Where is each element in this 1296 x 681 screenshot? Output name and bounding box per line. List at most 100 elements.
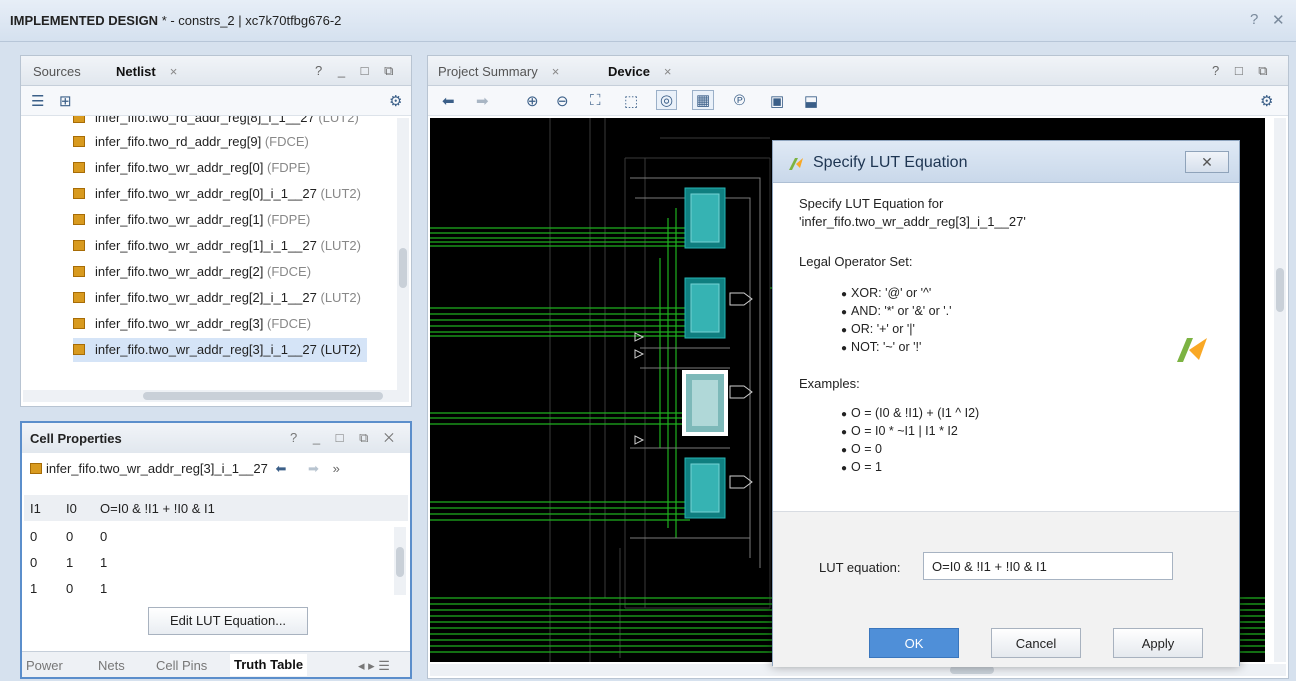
legal-operator-heading: Legal Operator Set:	[799, 254, 913, 269]
col-i1: I1	[30, 501, 41, 516]
netlist-row[interactable]: infer_fifo.two_wr_addr_reg[2]_i_1__27 (L…	[73, 286, 361, 310]
autofit-icon[interactable]: ◎	[656, 90, 678, 110]
lut-icon	[73, 116, 85, 123]
device-tabbar: Project Summary × Device × ? □ ⧉	[428, 56, 1288, 86]
example-item: O = 0	[841, 442, 882, 456]
tab-netlist-label: Netlist	[116, 64, 156, 79]
scroll-thumb[interactable]	[1276, 268, 1284, 312]
tab-power[interactable]: Power	[26, 658, 63, 673]
cell-value: 0	[30, 529, 38, 544]
col-output: O=I0 & !I1 + !I0 & I1	[100, 501, 215, 516]
netlist-row-selected[interactable]: infer_fifo.two_wr_addr_reg[3]_i_1__27 (L…	[73, 338, 367, 362]
device-vscrollbar[interactable]	[1274, 118, 1286, 662]
place-ports-icon[interactable]: ℗	[734, 92, 745, 109]
netlist-row[interactable]: infer_fifo.two_wr_addr_reg[1] (FDPE)	[73, 208, 310, 232]
zoom-out-icon[interactable]: ⊖	[556, 92, 569, 110]
edit-lut-equation-button[interactable]: Edit LUT Equation...	[148, 607, 308, 635]
truth-table-row: 0 0 0	[24, 523, 390, 548]
cell-properties-tabs: Power Nets Cell Pins Truth Table ◂ ▸ ☰	[22, 651, 410, 677]
tab-device[interactable]: Device ×	[608, 64, 672, 79]
zoom-selection-icon[interactable]: ⬚	[624, 92, 638, 110]
truth-table-vscrollbar[interactable]	[394, 527, 406, 595]
back-arrow-icon[interactable]: ⬅	[276, 461, 287, 476]
netlist-row[interactable]: infer_fifo.two_wr_addr_reg[2] (FDCE)	[73, 260, 311, 284]
row-name: infer_fifo.two_wr_addr_reg[3]	[95, 316, 264, 331]
netlist-row[interactable]: infer_fifo.two_wr_addr_reg[3] (FDCE)	[73, 312, 311, 336]
cell-value: 0	[100, 529, 108, 544]
tab-nav-controls[interactable]: ◂ ▸ ☰	[358, 658, 390, 674]
more-icon[interactable]: »	[333, 461, 340, 476]
forward-arrow-icon[interactable]: ➡	[476, 92, 489, 110]
collapse-all-icon[interactable]: ☰	[31, 92, 44, 110]
zoom-in-icon[interactable]: ⊕	[526, 92, 539, 110]
tab-nets[interactable]: Nets	[98, 658, 125, 673]
flipflop-icon	[73, 318, 85, 329]
back-arrow-icon[interactable]: ⬅	[442, 92, 455, 110]
tab-project-summary-label: Project Summary	[438, 64, 538, 79]
lut-icon	[73, 240, 85, 251]
scroll-thumb[interactable]	[143, 392, 383, 400]
row-type: (FDCE)	[267, 316, 312, 331]
gear-icon[interactable]: ⚙	[389, 92, 402, 110]
cancel-button[interactable]: Cancel	[991, 628, 1081, 658]
row-type: (FDCE)	[267, 264, 312, 279]
netlist-row[interactable]: infer_fifo.two_wr_addr_reg[0] (FDPE)	[73, 156, 310, 180]
flipflop-icon	[73, 136, 85, 147]
vivado-logo-icon	[789, 158, 803, 170]
cell-value: 0	[66, 581, 74, 596]
netlist-row[interactable]: infer_fifo.two_wr_addr_reg[0]_i_1__27 (L…	[73, 182, 361, 206]
example-item: O = I0 * ~I1 | I1 * I2	[841, 424, 958, 438]
apply-button[interactable]: Apply	[1113, 628, 1203, 658]
netlist-row[interactable]: infer_fifo.two_rd_addr_reg[9] (FDCE)	[73, 130, 309, 154]
row-name: infer_fifo.two_wr_addr_reg[2]_i_1__27	[95, 290, 317, 305]
netlist-row[interactable]: infer_fifo.two_wr_addr_reg[1]_i_1__27 (L…	[73, 234, 361, 258]
tab-cell-pins[interactable]: Cell Pins	[156, 658, 207, 673]
flipflop-icon	[73, 162, 85, 173]
ok-button[interactable]: OK	[869, 628, 959, 658]
dialog-close-button[interactable]: ✕	[1185, 151, 1229, 173]
gear-icon[interactable]: ⚙	[1260, 92, 1273, 110]
row-type: (LUT2)	[318, 116, 359, 125]
row-type: (LUT2)	[320, 186, 361, 201]
hierarchy-icon[interactable]: ⊞	[59, 92, 72, 110]
window-title: IMPLEMENTED DESIGN * - constrs_2 | xc7k7…	[10, 13, 341, 28]
help-icon[interactable]: ?	[1250, 11, 1258, 28]
tab-truth-table[interactable]: Truth Table	[230, 654, 308, 676]
window-title-main: IMPLEMENTED DESIGN	[10, 13, 159, 28]
lut-icon	[73, 344, 85, 355]
panel-controls[interactable]: ? □ ⧉	[1212, 63, 1274, 79]
dialog-title: Specify LUT Equation	[813, 154, 968, 171]
close-icon[interactable]: ✕	[1272, 11, 1285, 29]
netlist-vscrollbar[interactable]	[397, 118, 409, 390]
show-nets-icon[interactable]: ⬓	[804, 92, 818, 110]
tab-close-icon[interactable]: ×	[170, 64, 178, 79]
scroll-thumb[interactable]	[396, 547, 404, 577]
lut-equation-input[interactable]	[923, 552, 1173, 580]
cell-value: 0	[30, 555, 38, 570]
col-i0: I0	[66, 501, 77, 516]
cell-value: 1	[66, 555, 74, 570]
scroll-thumb[interactable]	[399, 248, 407, 288]
row-name: infer_fifo.two_rd_addr_reg[8]_i_1__27	[95, 116, 315, 125]
device-toolbar: ⬅ ➡ ⊕ ⊖ ⛶ ⬚ ◎ ▦ ℗ ▣ ⬓ ⚙	[428, 86, 1288, 116]
specify-lut-equation-dialog: Specify LUT Equation ✕ Specify LUT Equat…	[772, 140, 1240, 667]
tab-close-icon[interactable]: ×	[664, 64, 672, 79]
pblock-icon[interactable]: ▣	[770, 92, 784, 110]
forward-arrow-icon[interactable]: ➡	[308, 461, 319, 476]
tab-close-icon[interactable]: ×	[552, 64, 560, 79]
truth-table-row: 0 1 1	[24, 549, 390, 574]
netlist-hscrollbar[interactable]	[23, 390, 409, 402]
selected-cell: infer_fifo.two_wr_addr_reg[3]_i_1__27 ⬅ …	[30, 461, 340, 477]
tab-project-summary[interactable]: Project Summary ×	[438, 64, 559, 79]
panel-controls[interactable]: ? _ □ ⧉	[315, 63, 399, 79]
cell-value: 0	[66, 529, 74, 544]
tab-sources[interactable]: Sources	[33, 64, 81, 79]
netlist-row[interactable]: infer_fifo.two_rd_addr_reg[8]_i_1__27 (L…	[73, 116, 359, 130]
tab-netlist[interactable]: Netlist ×	[116, 64, 177, 79]
routing-resources-icon[interactable]: ▦	[692, 90, 715, 110]
zoom-fit-icon[interactable]: ⛶	[590, 92, 601, 109]
examples-heading: Examples:	[799, 376, 860, 391]
operator-item: NOT: '~' or '!'	[841, 340, 921, 354]
scroll-thumb[interactable]	[950, 666, 994, 674]
panel-controls[interactable]: ? _ □ ⧉ ✕	[290, 430, 400, 446]
